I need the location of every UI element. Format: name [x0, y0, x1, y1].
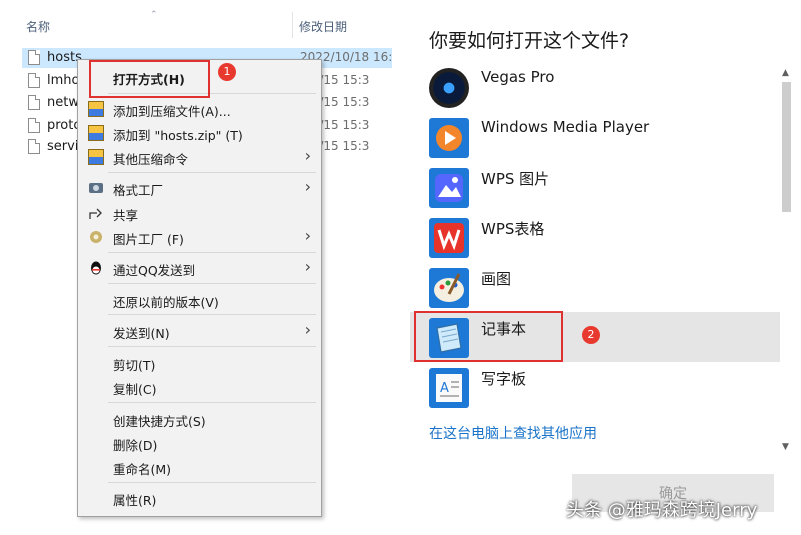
scroll-up-icon[interactable]: ▲: [782, 68, 789, 78]
file-icon: [28, 139, 40, 154]
picture-factory-icon: [90, 231, 102, 243]
chevron-right-icon: ›: [304, 320, 311, 339]
menu-item-picture-factory[interactable]: 图片工厂 (F) ›: [78, 225, 321, 249]
scroll-down-icon[interactable]: ▼: [782, 442, 789, 452]
app-name: 写字板: [481, 370, 527, 388]
column-header-name[interactable]: 名称: [26, 18, 50, 35]
app-name: Vegas Pro: [481, 68, 555, 86]
wps-picture-icon: [429, 168, 469, 208]
find-more-apps-link[interactable]: 在这台电脑上查找其他应用: [429, 423, 597, 443]
highlight-box: [89, 60, 210, 98]
menu-item-copy[interactable]: 复制(C): [78, 375, 321, 399]
windows-media-player-icon: [429, 118, 469, 158]
share-icon: [89, 208, 102, 219]
app-option-wps-spreadsheet[interactable]: WPS表格: [410, 212, 780, 262]
file-name: lmho: [47, 73, 80, 88]
dialog-title: 你要如何打开这个文件?: [429, 30, 630, 52]
winrar-icon: [88, 149, 104, 165]
file-icon: [28, 95, 40, 110]
watermark: 头条 @雅玛森跨境Jerry: [566, 500, 758, 521]
menu-item-restore-previous-versions[interactable]: 还原以前的版本(V): [78, 288, 321, 312]
app-option-vegas-pro[interactable]: Vegas Pro: [410, 62, 780, 112]
app-name: WPS 图片: [481, 170, 550, 188]
menu-item-label: 创建快捷方式(S): [113, 414, 206, 429]
chevron-right-icon: ›: [304, 146, 311, 165]
app-option-paint[interactable]: 画图: [410, 262, 780, 312]
app-option-windows-media-player[interactable]: Windows Media Player: [410, 112, 780, 162]
app-name: WPS表格: [481, 220, 545, 238]
file-name: netw: [47, 95, 79, 110]
menu-item-cut[interactable]: 剪切(T): [78, 351, 321, 375]
menu-separator: [108, 314, 316, 315]
chevron-right-icon: ›: [304, 177, 311, 196]
wordpad-icon: A: [429, 368, 469, 408]
chevron-right-icon: ›: [304, 257, 311, 276]
menu-item-label: 添加到压缩文件(A)...: [113, 104, 231, 119]
menu-item-send-via-qq[interactable]: 通过QQ发送到 ›: [78, 256, 321, 280]
winrar-icon: [88, 101, 104, 117]
column-divider[interactable]: [292, 12, 293, 38]
menu-separator: [108, 252, 316, 253]
menu-item-label: 发送到(N): [113, 326, 170, 341]
menu-item-label: 剪切(T): [113, 358, 156, 373]
menu-item-other-compress[interactable]: 其他压缩命令 ›: [78, 145, 321, 169]
menu-item-create-shortcut[interactable]: 创建快捷方式(S): [78, 407, 321, 431]
chevron-right-icon: ›: [304, 226, 311, 245]
menu-separator: [108, 283, 316, 284]
menu-item-label: 图片工厂 (F): [113, 232, 184, 247]
winrar-icon: [88, 125, 104, 141]
menu-item-label: 共享: [113, 208, 139, 223]
menu-item-label: 复制(C): [113, 382, 157, 397]
qq-icon: [91, 261, 101, 275]
menu-item-properties[interactable]: 属性(R): [78, 486, 321, 510]
app-option-wordpad[interactable]: A 写字板: [410, 362, 780, 412]
app-name: Windows Media Player: [481, 118, 650, 136]
menu-separator: [108, 346, 316, 347]
sort-caret-icon[interactable]: ⌃: [150, 10, 158, 20]
scrollbar-thumb[interactable]: [782, 82, 791, 212]
menu-item-add-to-archive[interactable]: 添加到压缩文件(A)...: [78, 97, 321, 121]
menu-item-label: 重命名(M): [113, 462, 172, 477]
app-option-wps-picture[interactable]: WPS 图片: [410, 162, 780, 212]
highlight-box: [414, 311, 563, 362]
menu-separator: [108, 172, 316, 173]
menu-item-label: 删除(D): [113, 438, 158, 453]
menu-item-label: 其他压缩命令: [113, 152, 189, 167]
scrollbar[interactable]: ▲ ▼: [782, 68, 791, 460]
menu-separator: [108, 402, 316, 403]
column-header-date-modified[interactable]: 修改日期: [299, 18, 347, 35]
context-menu: 打开方式(H) 添加到压缩文件(A)... 添加到 "hosts.zip" (T…: [77, 59, 322, 517]
menu-item-label: 通过QQ发送到: [113, 263, 196, 278]
menu-item-label: 格式工厂: [113, 183, 164, 198]
paint-icon: [429, 268, 469, 308]
menu-separator: [108, 482, 316, 483]
step-badge: 1: [218, 63, 236, 81]
format-factory-icon: [89, 183, 103, 193]
svg-text:A: A: [440, 381, 449, 396]
file-icon: [28, 50, 40, 65]
wps-spreadsheet-icon: [429, 218, 469, 258]
open-with-dialog: 你要如何打开这个文件? Vegas Pro Windows Media Play…: [410, 0, 801, 535]
menu-item-delete[interactable]: 删除(D): [78, 431, 321, 455]
file-icon: [28, 73, 40, 88]
menu-item-label: 还原以前的版本(V): [113, 295, 219, 310]
file-name: servi: [47, 139, 79, 154]
menu-item-send-to[interactable]: 发送到(N) ›: [78, 319, 321, 343]
step-badge: 2: [582, 326, 600, 344]
file-icon: [28, 118, 40, 133]
menu-item-label: 添加到 "hosts.zip" (T): [113, 128, 243, 143]
menu-item-rename[interactable]: 重命名(M): [78, 455, 321, 479]
menu-item-label: 属性(R): [113, 493, 157, 508]
menu-item-share[interactable]: 共享: [78, 201, 321, 225]
app-name: 画图: [481, 270, 512, 288]
menu-item-add-to-hosts-zip[interactable]: 添加到 "hosts.zip" (T): [78, 121, 321, 145]
menu-item-format-factory[interactable]: 格式工厂 ›: [78, 176, 321, 200]
vegas-pro-icon: [429, 68, 469, 108]
